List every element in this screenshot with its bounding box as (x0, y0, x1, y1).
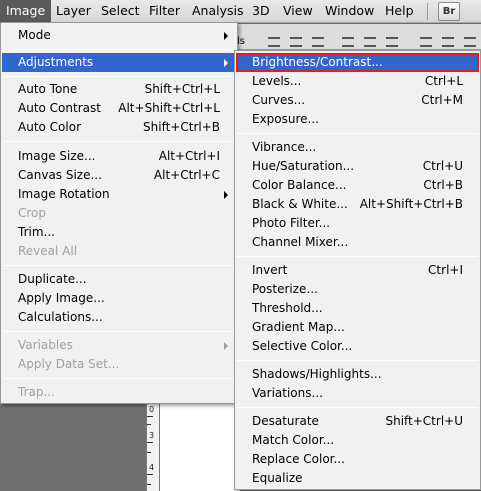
ruler-mark: 4 (149, 463, 155, 472)
menu-item-curves[interactable]: Curves... Ctrl+M (236, 91, 479, 110)
align-bottom-icon[interactable] (312, 37, 324, 47)
menu-item-black-white[interactable]: Black & White... Alt+Shift+Ctrl+B (236, 195, 479, 214)
menu-item-variations[interactable]: Variations... (236, 384, 479, 403)
menu-help[interactable]: Help (385, 0, 414, 23)
menu-item-vibrance[interactable]: Vibrance... (236, 138, 479, 157)
menu-item-adjustments[interactable]: Adjustments (2, 53, 236, 72)
menu-item-equalize[interactable]: Equalize (236, 469, 479, 488)
menu-item-mode[interactable]: Mode (2, 26, 236, 45)
align-hcenter-icon[interactable] (364, 37, 376, 47)
menu-item-calculations[interactable]: Calculations... (2, 308, 236, 327)
menu-item-auto-tone[interactable]: Auto Tone Shift+Ctrl+L (2, 80, 236, 99)
menu-item-color-balance[interactable]: Color Balance... Ctrl+B (236, 176, 479, 195)
menu-item-auto-color[interactable]: Auto Color Shift+Ctrl+B (2, 118, 236, 137)
bridge-button[interactable]: Br (438, 2, 460, 21)
chevron-right-icon (224, 32, 228, 40)
menu-item-image-size[interactable]: Image Size... Alt+Ctrl+I (2, 147, 236, 166)
ruler-mark: 0 (149, 405, 155, 414)
menu-item-auto-contrast[interactable]: Auto Contrast Alt+Shift+Ctrl+L (2, 99, 236, 118)
menu-layer[interactable]: Layer (56, 0, 91, 23)
menu-item-apply-data-set: Apply Data Set... (18, 357, 120, 371)
chevron-right-icon (224, 342, 228, 350)
chevron-right-icon (224, 191, 228, 199)
menu-item-trim[interactable]: Trim... (2, 223, 236, 242)
menu-item-reveal-all: Reveal All (18, 244, 78, 258)
menu-item-duplicate[interactable]: Duplicate... (2, 270, 236, 289)
menu-item-replace-color[interactable]: Replace Color... (236, 450, 479, 469)
menu-bar: Image Layer Select Filter Analysis 3D Vi… (0, 0, 481, 23)
menu-analysis[interactable]: Analysis (192, 0, 244, 23)
menu-item-crop: Crop (18, 206, 47, 220)
menu-filter[interactable]: Filter (149, 0, 180, 23)
menu-item-hue-saturation[interactable]: Hue/Saturation... Ctrl+U (236, 157, 479, 176)
menu-item-apply-image[interactable]: Apply Image... (2, 289, 236, 308)
vertical-ruler: 0 3 4 (146, 404, 160, 491)
menu-item-channel-mixer[interactable]: Channel Mixer... (236, 233, 479, 252)
menu-item-shadows-highlights[interactable]: Shadows/Highlights... (236, 365, 479, 384)
menu-view[interactable]: View (283, 0, 313, 23)
menu-item-selective-color[interactable]: Selective Color... (236, 337, 479, 356)
menu-item-trap: Trap... (18, 385, 55, 399)
align-vcenter-icon[interactable] (290, 37, 302, 47)
menu-item-canvas-size[interactable]: Canvas Size... Alt+Ctrl+C (2, 166, 236, 185)
menu-item-image-rotation[interactable]: Image Rotation (2, 185, 236, 204)
align-right-icon[interactable] (386, 37, 398, 47)
distribute-top-icon[interactable] (420, 37, 432, 47)
chevron-right-icon (224, 59, 228, 67)
adjustments-submenu: Brightness/Contrast... Levels... Ctrl+L C… (234, 50, 481, 490)
menu-item-desaturate[interactable]: Desaturate Shift+Ctrl+U (236, 412, 479, 431)
align-left-icon[interactable] (342, 37, 354, 47)
ruler-mark: 3 (149, 431, 155, 440)
options-fragment: ls (237, 36, 245, 47)
image-menu: Mode Adjustments Auto Tone Shift+Ctrl+L A… (0, 22, 238, 404)
distribute-vcenter-icon[interactable] (442, 37, 454, 47)
menu-item-match-color[interactable]: Match Color... (236, 431, 479, 450)
menu-item-exposure[interactable]: Exposure... (236, 110, 479, 129)
menubar-separator (427, 3, 428, 20)
menu-3d[interactable]: 3D (252, 0, 270, 23)
distribute-bottom-icon[interactable] (464, 37, 476, 47)
menu-item-gradient-map[interactable]: Gradient Map... (236, 318, 479, 337)
menu-select[interactable]: Select (101, 0, 140, 23)
canvas (160, 404, 240, 491)
menu-item-variables: Variables (2, 336, 236, 355)
menu-item-invert[interactable]: Invert Ctrl+I (236, 261, 479, 280)
menu-window[interactable]: Window (325, 0, 374, 23)
menu-image[interactable]: Image (0, 0, 52, 23)
align-top-icon[interactable] (268, 37, 280, 47)
menu-item-levels[interactable]: Levels... Ctrl+L (236, 72, 479, 91)
menu-item-posterize[interactable]: Posterize... (236, 280, 479, 299)
menu-item-threshold[interactable]: Threshold... (236, 299, 479, 318)
menu-item-photo-filter[interactable]: Photo Filter... (236, 214, 479, 233)
menu-item-brightness-contrast[interactable]: Brightness/Contrast... (236, 53, 479, 72)
